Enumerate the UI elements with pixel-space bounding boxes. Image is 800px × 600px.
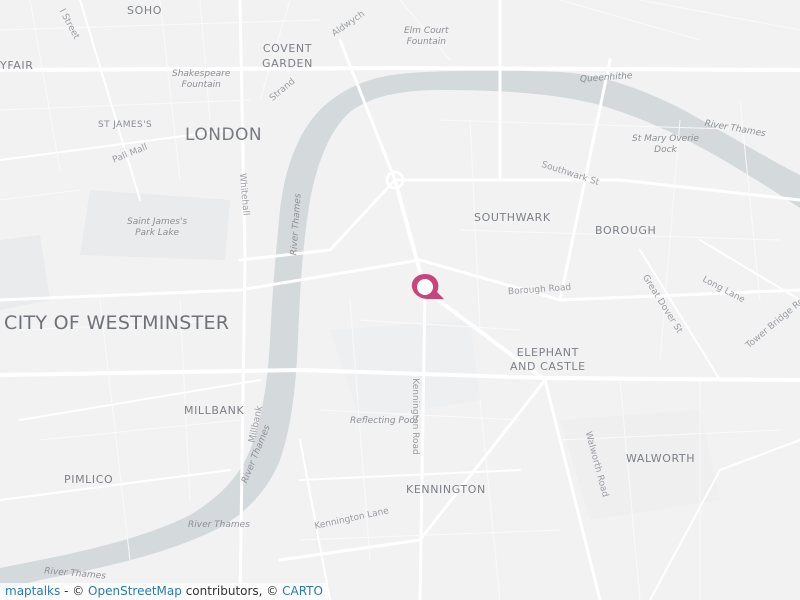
map-canvas[interactable]: SOHO COVENT GARDEN YFAIR LONDON ST JAMES… bbox=[0, 0, 800, 600]
attribution-separator: - © bbox=[60, 584, 89, 598]
carto-link[interactable]: CARTO bbox=[282, 584, 323, 598]
poi-st-mary-overie-dock: St Mary Overie Dock bbox=[632, 134, 699, 155]
label-southwark: SOUTHWARK bbox=[474, 211, 551, 224]
poi-shakespeare-fountain: Shakespeare Fountain bbox=[172, 69, 231, 90]
label-pimlico: PIMLICO bbox=[64, 473, 114, 486]
label-st-james: ST JAMES'S bbox=[98, 120, 153, 130]
label-elephant-castle: ELEPHANT AND CASTLE bbox=[510, 346, 586, 373]
label-borough: BOROUGH bbox=[595, 224, 657, 237]
map-attribution: maptalks - © OpenStreetMap contributors,… bbox=[0, 583, 328, 600]
label-walworth: WALWORTH bbox=[626, 452, 696, 465]
label-soho: SOHO bbox=[127, 4, 162, 17]
label-covent-garden: COVENT GARDEN bbox=[262, 42, 313, 70]
poi-elm-court-fountain: Elm Court Fountain bbox=[404, 26, 449, 47]
label-kennington: KENNINGTON bbox=[406, 483, 486, 496]
label-millbank: MILLBANK bbox=[184, 404, 245, 417]
road-label-kennington-road: Kennington Road bbox=[409, 378, 420, 455]
water-label-thames-lower: River Thames bbox=[188, 520, 250, 530]
label-mayfair: YFAIR bbox=[0, 59, 34, 72]
label-westminster: CITY OF WESTMINSTER bbox=[4, 312, 230, 334]
poi-st-james-park-lake: Saint James's Park Lake bbox=[127, 217, 188, 238]
maptalks-link[interactable]: maptalks bbox=[5, 584, 60, 598]
location-marker[interactable] bbox=[408, 272, 444, 302]
map-basemap bbox=[0, 0, 800, 600]
poi-reflecting-pool: Reflecting Pool bbox=[350, 416, 418, 426]
attribution-contributors: contributors, © bbox=[181, 584, 283, 598]
label-london: LONDON bbox=[185, 125, 263, 145]
map-pin-icon bbox=[411, 274, 444, 299]
openstreetmap-link[interactable]: OpenStreetMap bbox=[88, 584, 182, 598]
